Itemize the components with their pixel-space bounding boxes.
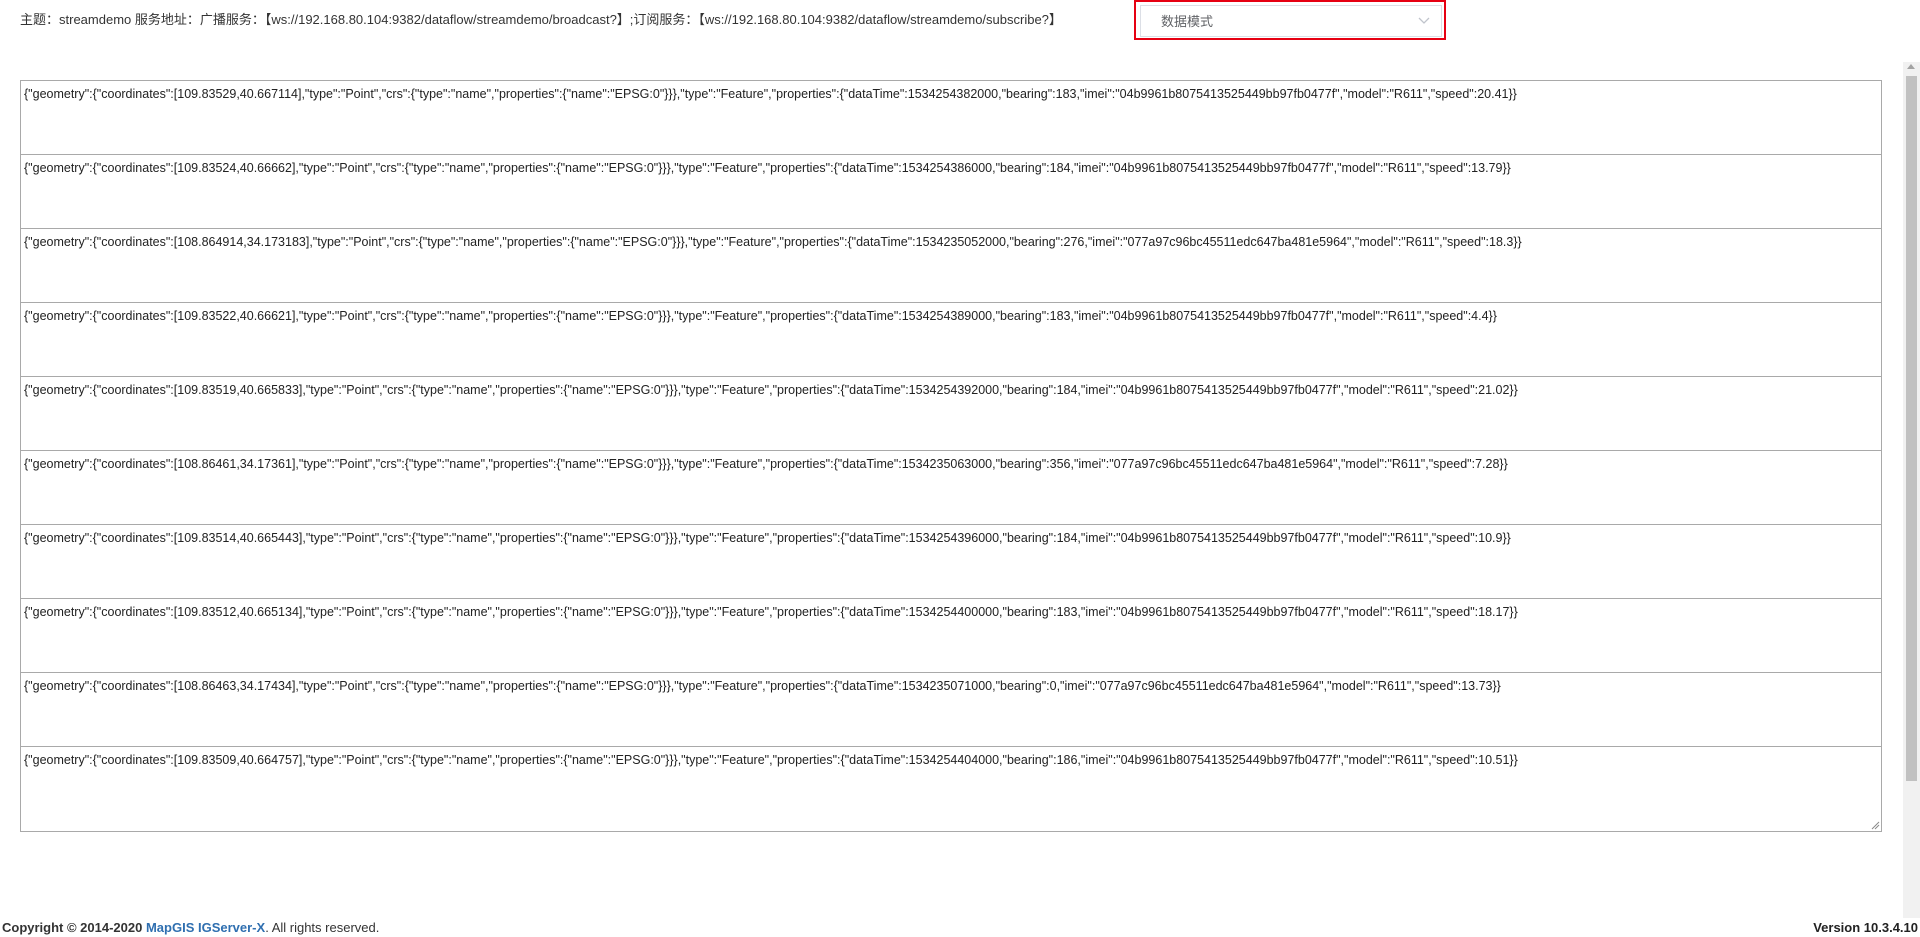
version-text: Version 10.3.4.10: [1813, 920, 1918, 935]
message-text: {"geometry":{"coordinates":[109.83522,40…: [24, 309, 1497, 323]
message-text: {"geometry":{"coordinates":[109.83509,40…: [24, 753, 1518, 767]
vertical-scrollbar[interactable]: [1903, 62, 1920, 920]
copyright-prefix: Copyright © 2014-2020: [2, 920, 146, 935]
mode-select-value: 数据模式: [1161, 14, 1214, 29]
message-text: {"geometry":{"coordinates":[109.83519,40…: [24, 383, 1518, 397]
message-textarea[interactable]: {"geometry":{"coordinates":[109.83509,40…: [20, 746, 1882, 832]
service-address-text: 主题：streamdemo 服务地址：广播服务：【ws://192.168.80…: [20, 12, 1062, 27]
footer: Copyright © 2014-2020 MapGIS IGServer-X.…: [0, 918, 1920, 937]
chevron-down-icon: [1418, 17, 1430, 24]
message-text: {"geometry":{"coordinates":[109.83524,40…: [24, 161, 1511, 175]
message-list: {"geometry":{"coordinates":[109.83529,40…: [0, 62, 1920, 920]
message-text: {"geometry":{"coordinates":[109.83529,40…: [24, 87, 1517, 101]
scroll-up-arrow-icon[interactable]: [1907, 64, 1915, 69]
mode-select-highlight: 数据模式: [1134, 0, 1446, 40]
resize-grip-icon[interactable]: [1871, 821, 1880, 830]
message-text: {"geometry":{"coordinates":[109.83514,40…: [24, 531, 1511, 545]
message-text: {"geometry":{"coordinates":[108.864914,3…: [24, 235, 1522, 249]
copyright-suffix: . All rights reserved.: [265, 920, 380, 935]
message-text: {"geometry":{"coordinates":[109.83512,40…: [24, 605, 1518, 619]
copyright-text: Copyright © 2014-2020 MapGIS IGServer-X.…: [2, 920, 379, 935]
header-bar: 主题：streamdemo 服务地址：广播服务：【ws://192.168.80…: [0, 0, 1900, 42]
mode-select[interactable]: 数据模式: [1140, 5, 1442, 37]
message-text: {"geometry":{"coordinates":[108.86463,34…: [24, 679, 1501, 693]
message-text: {"geometry":{"coordinates":[108.86461,34…: [24, 457, 1508, 471]
scrollbar-thumb[interactable]: [1906, 76, 1917, 781]
product-link[interactable]: MapGIS IGServer-X: [146, 920, 265, 935]
